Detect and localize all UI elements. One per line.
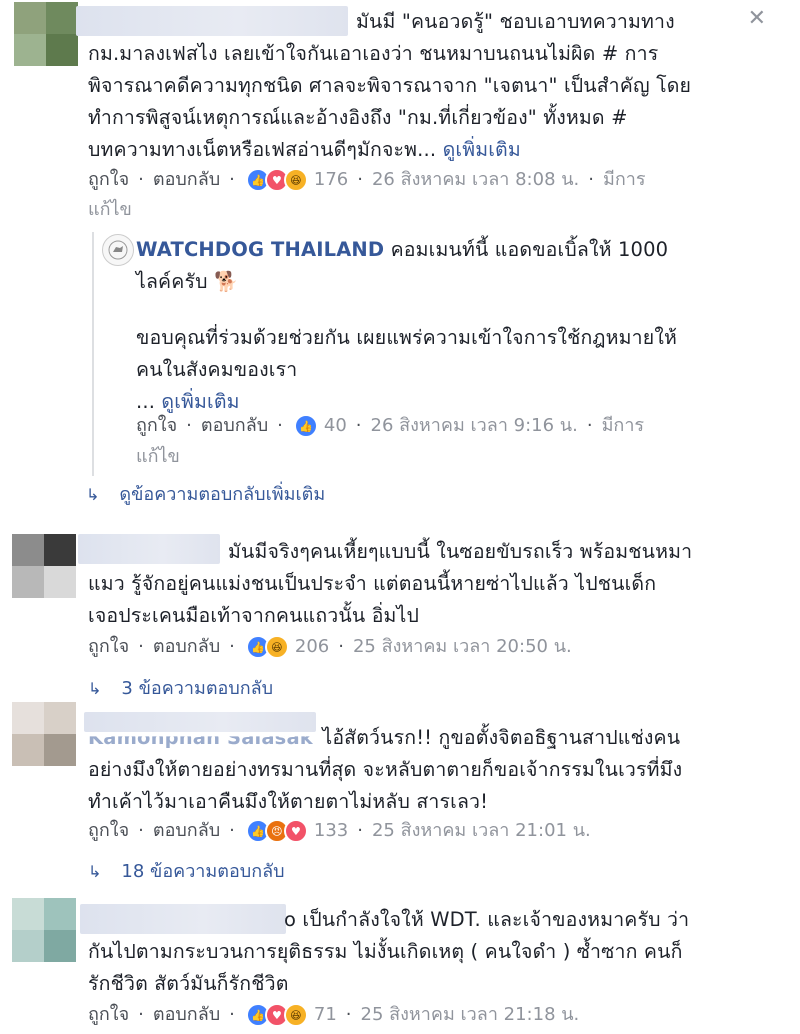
reactions[interactable]: 👍 ♥ 😆 [245, 1003, 308, 1027]
reply-button[interactable]: ตอบกลับ [153, 632, 220, 662]
avatar[interactable] [12, 898, 76, 962]
edited-label[interactable]: มีการ [603, 165, 646, 195]
reply-button[interactable]: ตอบกลับ [201, 411, 268, 441]
reply-button[interactable]: ตอบกลับ [153, 165, 220, 195]
reactions[interactable]: 👍 [293, 414, 318, 438]
love-reaction-icon: ♥ [283, 819, 308, 843]
see-more-link[interactable]: ดูเพิ่มเติม [443, 138, 521, 161]
reaction-count[interactable]: 206 [295, 632, 329, 662]
like-reaction-icon: 👍 [293, 414, 318, 438]
timestamp[interactable]: 25 สิงหาคม เวลา 20:50 น. [353, 632, 572, 662]
timestamp[interactable]: 25 สิงหาคม เวลา 21:01 น. [372, 816, 591, 846]
reactions[interactable]: 👍 ♥ 😆 [245, 168, 308, 192]
avatar[interactable] [12, 702, 76, 766]
reply-text: WATCHDOG THAILAND คอมเมนท์นี้ แอดขอเบิ้ล… [136, 238, 678, 413]
comment-3: Kamonphan Salasak ไอ้สัตว์นรก!! กูขอตั้ง… [0, 700, 800, 890]
comment-text: o เป็นกำลังใจให้ WDT. และเจ้าของหมาครับ … [88, 908, 690, 995]
page-reply: WATCHDOG THAILAND คอมเมนท์นี้ แอดขอเบิ้ล… [0, 230, 800, 480]
reply-arrow-icon: ↳ [86, 485, 100, 504]
replies-link[interactable]: ↳ 18 ข้อความตอบกลับ [88, 857, 285, 887]
comment-text: มันมี "คนอวดรู้" ชอบเอาบทความทาง กม.มาลง… [88, 10, 692, 161]
edited-label-wrap[interactable]: แก้ไข [88, 195, 132, 225]
edited-label[interactable]: มีการ [602, 411, 645, 441]
like-button[interactable]: ถูกใจ [136, 411, 177, 441]
avatar[interactable] [14, 2, 78, 66]
reaction-count[interactable]: 71 [314, 1000, 337, 1030]
watchdog-logo-icon[interactable] [102, 234, 134, 266]
reaction-count[interactable]: 40 [324, 411, 347, 441]
comment-1: มันมี "คนอวดรู้" ชอบเอาบทความทาง กม.มาลง… [0, 0, 800, 225]
reaction-count[interactable]: 176 [314, 165, 348, 195]
more-replies-link[interactable]: ↳ ดูข้อความตอบกลับเพิ่มเติม [86, 480, 325, 510]
reply-arrow-icon: ↳ [88, 862, 102, 881]
reactions[interactable]: 👍 😆 [245, 635, 289, 659]
avatar[interactable] [12, 534, 76, 598]
haha-reaction-icon: 😆 [283, 1003, 308, 1027]
comment-text: Kamonphan Salasak ไอ้สัตว์นรก!! กูขอตั้ง… [88, 722, 682, 818]
comment-actions: ถูกใจ · ตอบกลับ · 👍 😠 ♥ 133 · 25 สิงหาคม… [88, 816, 591, 846]
like-button[interactable]: ถูกใจ [88, 1000, 129, 1030]
comment-actions: ถูกใจ · ตอบกลับ · 👍 ♥ 😆 71 · 25 สิงหาคม … [88, 1000, 579, 1030]
comment-2: มันมีจริงๆคนเหี้ยๆแบบนี้ ในซอยขับรถเร็ว … [0, 530, 800, 700]
like-button[interactable]: ถูกใจ [88, 816, 129, 846]
like-button[interactable]: ถูกใจ [88, 632, 129, 662]
edited-label-wrap[interactable]: แก้ไข [136, 442, 180, 472]
comment-actions: ถูกใจ · ตอบกลับ · 👍 ♥ 😆 176 · 26 สิงหาคม… [88, 165, 646, 195]
like-button[interactable]: ถูกใจ [88, 165, 129, 195]
reply-button[interactable]: ตอบกลับ [153, 816, 220, 846]
commenter-name[interactable]: Kamonphan Salasak [88, 736, 316, 754]
reactions[interactable]: 👍 😠 ♥ [245, 819, 308, 843]
timestamp[interactable]: 25 สิงหาคม เวลา 21:18 น. [361, 1000, 580, 1030]
reply-button[interactable]: ตอบกลับ [153, 1000, 220, 1030]
comment-actions: ถูกใจ · ตอบกลับ · 👍 😆 206 · 25 สิงหาคม เ… [88, 632, 572, 662]
haha-reaction-icon: 😆 [264, 635, 289, 659]
reply-actions: ถูกใจ · ตอบกลับ · 👍 40 · 26 สิงหาคม เวลา… [136, 411, 644, 441]
haha-reaction-icon: 😆 [283, 168, 308, 192]
timestamp[interactable]: 26 สิงหาคม เวลา 9:16 น. [371, 411, 578, 441]
see-more-link[interactable]: ดูเพิ่มเติม [161, 390, 239, 413]
page-name-link[interactable]: WATCHDOG THAILAND [136, 238, 384, 261]
comment-text: มันมีจริงๆคนเหี้ยๆแบบนี้ ในซอยขับรถเร็ว … [88, 540, 693, 627]
timestamp[interactable]: 26 สิงหาคม เวลา 8:08 น. [372, 165, 579, 195]
comment-4: o เป็นกำลังใจให้ WDT. และเจ้าของหมาครับ … [0, 896, 800, 1034]
reaction-count[interactable]: 133 [314, 816, 348, 846]
